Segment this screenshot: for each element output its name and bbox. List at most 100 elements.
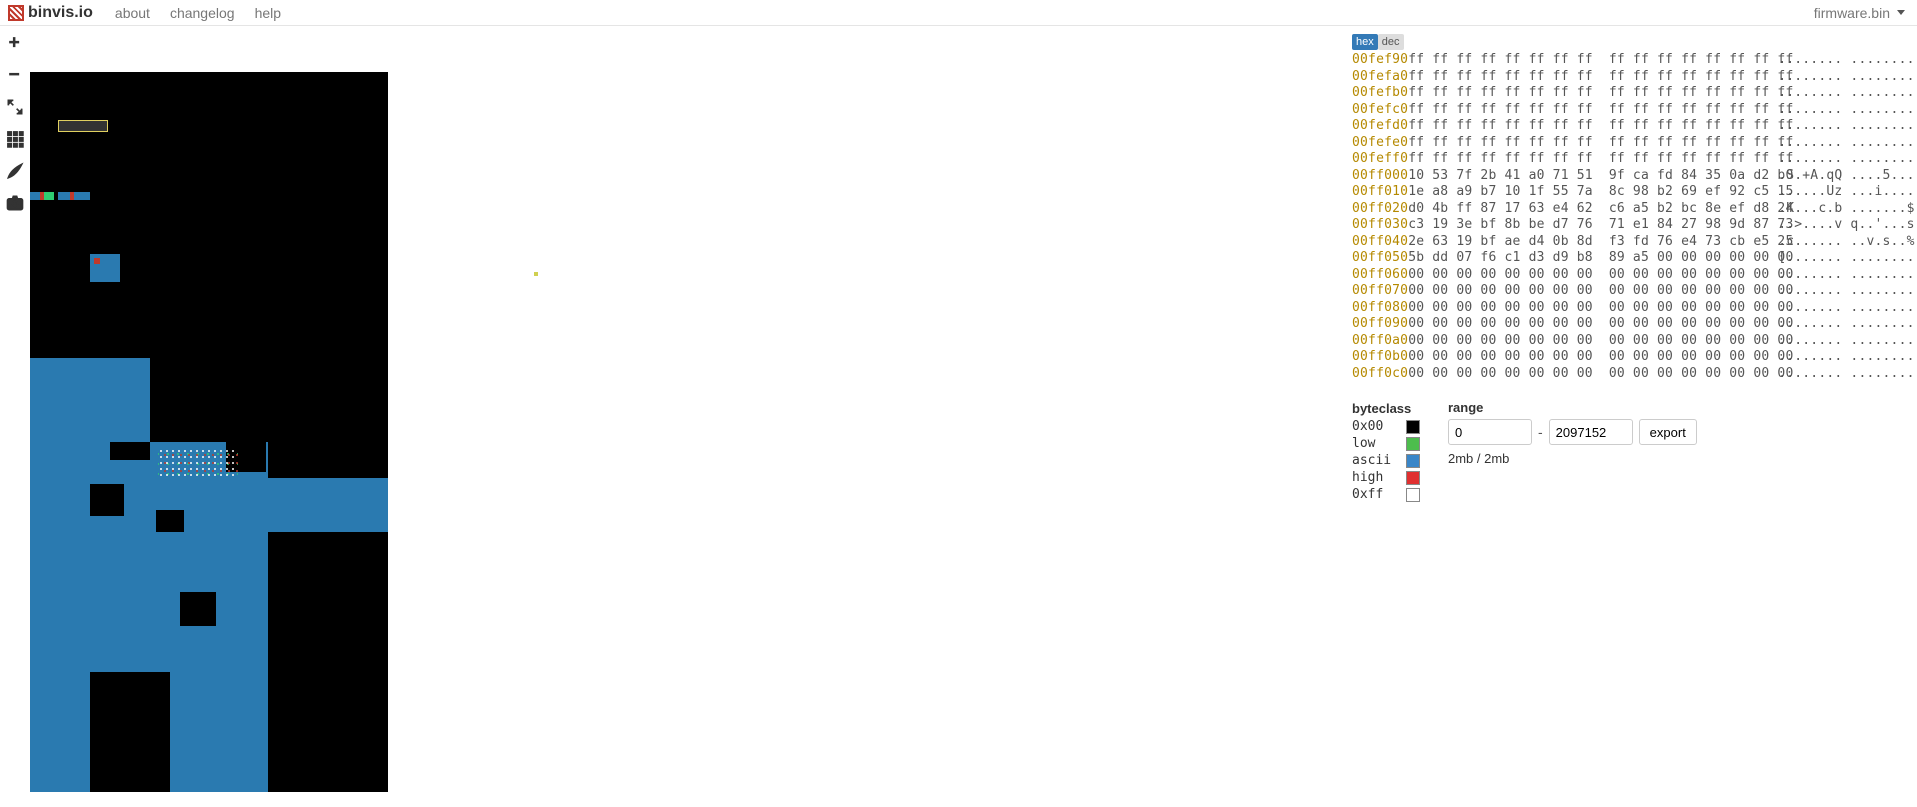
hexdump-row[interactable]: 00fefd0ff ff ff ff ff ff ff ff ff ff ff … xyxy=(1352,118,1907,135)
hex-address: 00fefc0 xyxy=(1352,102,1408,119)
workspace: hex dec 00fef90ff ff ff ff ff ff ff ff f… xyxy=(0,26,1917,807)
hexdump-row[interactable]: 00ff020d0 4b ff 87 17 63 e4 62 c6 a5 b2 … xyxy=(1352,201,1907,218)
hex-bytes: ff ff ff ff ff ff ff ff ff ff ff ff ff f… xyxy=(1408,118,1778,135)
hexdump-row[interactable]: 00ff0402e 63 19 bf ae d4 0b 8d f3 fd 76 … xyxy=(1352,234,1907,251)
range-start-input[interactable] xyxy=(1448,419,1532,445)
right-pane: hex dec 00fef90ff ff ff ff ff ff ff ff f… xyxy=(1352,26,1917,807)
hex-address: 00fef90 xyxy=(1352,52,1408,69)
hex-address: 00feff0 xyxy=(1352,151,1408,168)
nav-left: binvis.io about changelog help xyxy=(8,4,291,22)
nav-help[interactable]: help xyxy=(245,5,291,21)
hex-address: 00ff060 xyxy=(1352,267,1408,284)
hex-ascii: ........ ........ xyxy=(1778,316,1914,333)
hexdump-row[interactable]: 00feff0ff ff ff ff ff ff ff ff ff ff ff … xyxy=(1352,151,1907,168)
vis-patch xyxy=(90,672,170,792)
hex-ascii: ........ ........ xyxy=(1778,85,1914,102)
hexdump-row[interactable]: 00ff00010 53 7f 2b 41 a0 71 51 9f ca fd … xyxy=(1352,168,1907,185)
controls-row: byteclass 0x00lowasciihigh0xff range - e… xyxy=(1352,400,1907,503)
hex-ascii: ........ ........ xyxy=(1778,151,1914,168)
hexdump-row[interactable]: 00ff0a000 00 00 00 00 00 00 00 00 00 00 … xyxy=(1352,333,1907,350)
range-dash: - xyxy=(1538,424,1543,440)
brush-button[interactable] xyxy=(4,160,26,182)
hexdump-view[interactable]: 00fef90ff ff ff ff ff ff ff ff ff ff ff … xyxy=(1352,52,1907,382)
file-name: firmware.bin xyxy=(1814,5,1890,21)
file-dropdown[interactable]: firmware.bin xyxy=(1814,5,1909,21)
range-panel: range - export 2mb / 2mb xyxy=(1448,400,1697,466)
hex-ascii: ......Uz ...i.... xyxy=(1778,184,1914,201)
hex-toggle[interactable]: hex xyxy=(1352,34,1378,50)
byteclass-row: 0xff xyxy=(1352,486,1420,503)
snapshot-button[interactable] xyxy=(4,192,26,214)
tool-strip xyxy=(0,26,30,807)
export-button[interactable]: export xyxy=(1639,419,1697,445)
hexdump-row[interactable]: 00ff0b000 00 00 00 00 00 00 00 00 00 00 … xyxy=(1352,349,1907,366)
hex-address: 00ff040 xyxy=(1352,234,1408,251)
nav-changelog[interactable]: changelog xyxy=(160,5,245,21)
hexdump-row[interactable]: 00fef90ff ff ff ff ff ff ff ff ff ff ff … xyxy=(1352,52,1907,69)
swatch-icon xyxy=(1406,488,1420,502)
hex-address: 00ff050 xyxy=(1352,250,1408,267)
hex-bytes: ff ff ff ff ff ff ff ff ff ff ff ff ff f… xyxy=(1408,85,1778,102)
vis-patch xyxy=(90,484,124,516)
hex-ascii: ........ ........ xyxy=(1778,267,1914,284)
hex-address: 00fefb0 xyxy=(1352,85,1408,102)
hex-ascii: ........ ........ xyxy=(1778,333,1914,350)
hexdump-row[interactable]: 00ff0101e a8 a9 b7 10 1f 55 7a 8c 98 b2 … xyxy=(1352,184,1907,201)
vis-patch xyxy=(158,448,238,478)
hexdump-row[interactable]: 00fefe0ff ff ff ff ff ff ff ff ff ff ff … xyxy=(1352,135,1907,152)
hex-bytes: 00 00 00 00 00 00 00 00 00 00 00 00 00 0… xyxy=(1408,366,1778,383)
hexdump-row[interactable]: 00ff0c000 00 00 00 00 00 00 00 00 00 00 … xyxy=(1352,366,1907,383)
hexdump-row[interactable]: 00ff0505b dd 07 f6 c1 d3 d9 b8 89 a5 00 … xyxy=(1352,250,1907,267)
byteclass-label: 0x00 xyxy=(1352,418,1398,435)
zoom-out-button[interactable] xyxy=(4,64,26,86)
hex-bytes: ff ff ff ff ff ff ff ff ff ff ff ff ff f… xyxy=(1408,52,1778,69)
hexdump-row[interactable]: 00ff07000 00 00 00 00 00 00 00 00 00 00 … xyxy=(1352,283,1907,300)
byteclass-label: 0xff xyxy=(1352,486,1398,503)
hex-ascii: [....... ........ xyxy=(1778,250,1914,267)
swatch-icon xyxy=(1406,471,1420,485)
hex-ascii: .K...c.b .......$ xyxy=(1778,201,1914,218)
navbar: binvis.io about changelog help firmware.… xyxy=(0,0,1917,26)
hex-ascii: ........ ........ xyxy=(1778,102,1914,119)
brand-text: binvis.io xyxy=(28,4,93,22)
hex-bytes: ff ff ff ff ff ff ff ff ff ff ff ff ff f… xyxy=(1408,69,1778,86)
range-end-input[interactable] xyxy=(1549,419,1633,445)
hex-bytes: 00 00 00 00 00 00 00 00 00 00 00 00 00 0… xyxy=(1408,300,1778,317)
byteclass-label: ascii xyxy=(1352,452,1398,469)
hex-dec-toggle: hex dec xyxy=(1352,34,1907,50)
nav-about[interactable]: about xyxy=(105,5,160,21)
hex-bytes: 10 53 7f 2b 41 a0 71 51 9f ca fd 84 35 0… xyxy=(1408,168,1778,185)
hexdump-row[interactable]: 00fefb0ff ff ff ff ff ff ff ff ff ff ff … xyxy=(1352,85,1907,102)
brand-link[interactable]: binvis.io xyxy=(8,4,93,22)
byteclass-row: ascii xyxy=(1352,452,1420,469)
hex-ascii: ........ ........ xyxy=(1778,283,1914,300)
dec-toggle[interactable]: dec xyxy=(1378,34,1404,50)
zoom-in-button[interactable] xyxy=(4,32,26,54)
range-sizes: 2mb / 2mb xyxy=(1448,451,1697,466)
hexdump-row[interactable]: 00ff09000 00 00 00 00 00 00 00 00 00 00 … xyxy=(1352,316,1907,333)
visualization-area[interactable] xyxy=(30,26,1352,807)
hexdump-row[interactable]: 00fefa0ff ff ff ff ff ff ff ff ff ff ff … xyxy=(1352,69,1907,86)
grid-button[interactable] xyxy=(4,128,26,150)
hex-bytes: d0 4b ff 87 17 63 e4 62 c6 a5 b2 bc 8e e… xyxy=(1408,201,1778,218)
hex-ascii: ........ ........ xyxy=(1778,349,1914,366)
byteclass-label: low xyxy=(1352,435,1398,452)
hex-address: 00ff0b0 xyxy=(1352,349,1408,366)
byteclass-row: low xyxy=(1352,435,1420,452)
hex-address: 00ff010 xyxy=(1352,184,1408,201)
hex-ascii: ..>....v q..'...s xyxy=(1778,217,1914,234)
hexdump-row[interactable]: 00ff08000 00 00 00 00 00 00 00 00 00 00 … xyxy=(1352,300,1907,317)
hex-address: 00fefd0 xyxy=(1352,118,1408,135)
vis-patch xyxy=(534,272,538,276)
expand-button[interactable] xyxy=(4,96,26,118)
byteclass-label: high xyxy=(1352,469,1398,486)
hex-address: 00ff000 xyxy=(1352,168,1408,185)
hexdump-row[interactable]: 00ff06000 00 00 00 00 00 00 00 00 00 00 … xyxy=(1352,267,1907,284)
byteclass-legend: byteclass 0x00lowasciihigh0xff xyxy=(1352,400,1420,503)
hexdump-row[interactable]: 00fefc0ff ff ff ff ff ff ff ff ff ff ff … xyxy=(1352,102,1907,119)
caret-down-icon xyxy=(1897,10,1905,15)
byte-visualization[interactable] xyxy=(30,72,388,792)
hexdump-row[interactable]: 00ff030c3 19 3e bf 8b be d7 76 71 e1 84 … xyxy=(1352,217,1907,234)
vis-patch xyxy=(156,510,184,532)
hex-address: 00ff0c0 xyxy=(1352,366,1408,383)
